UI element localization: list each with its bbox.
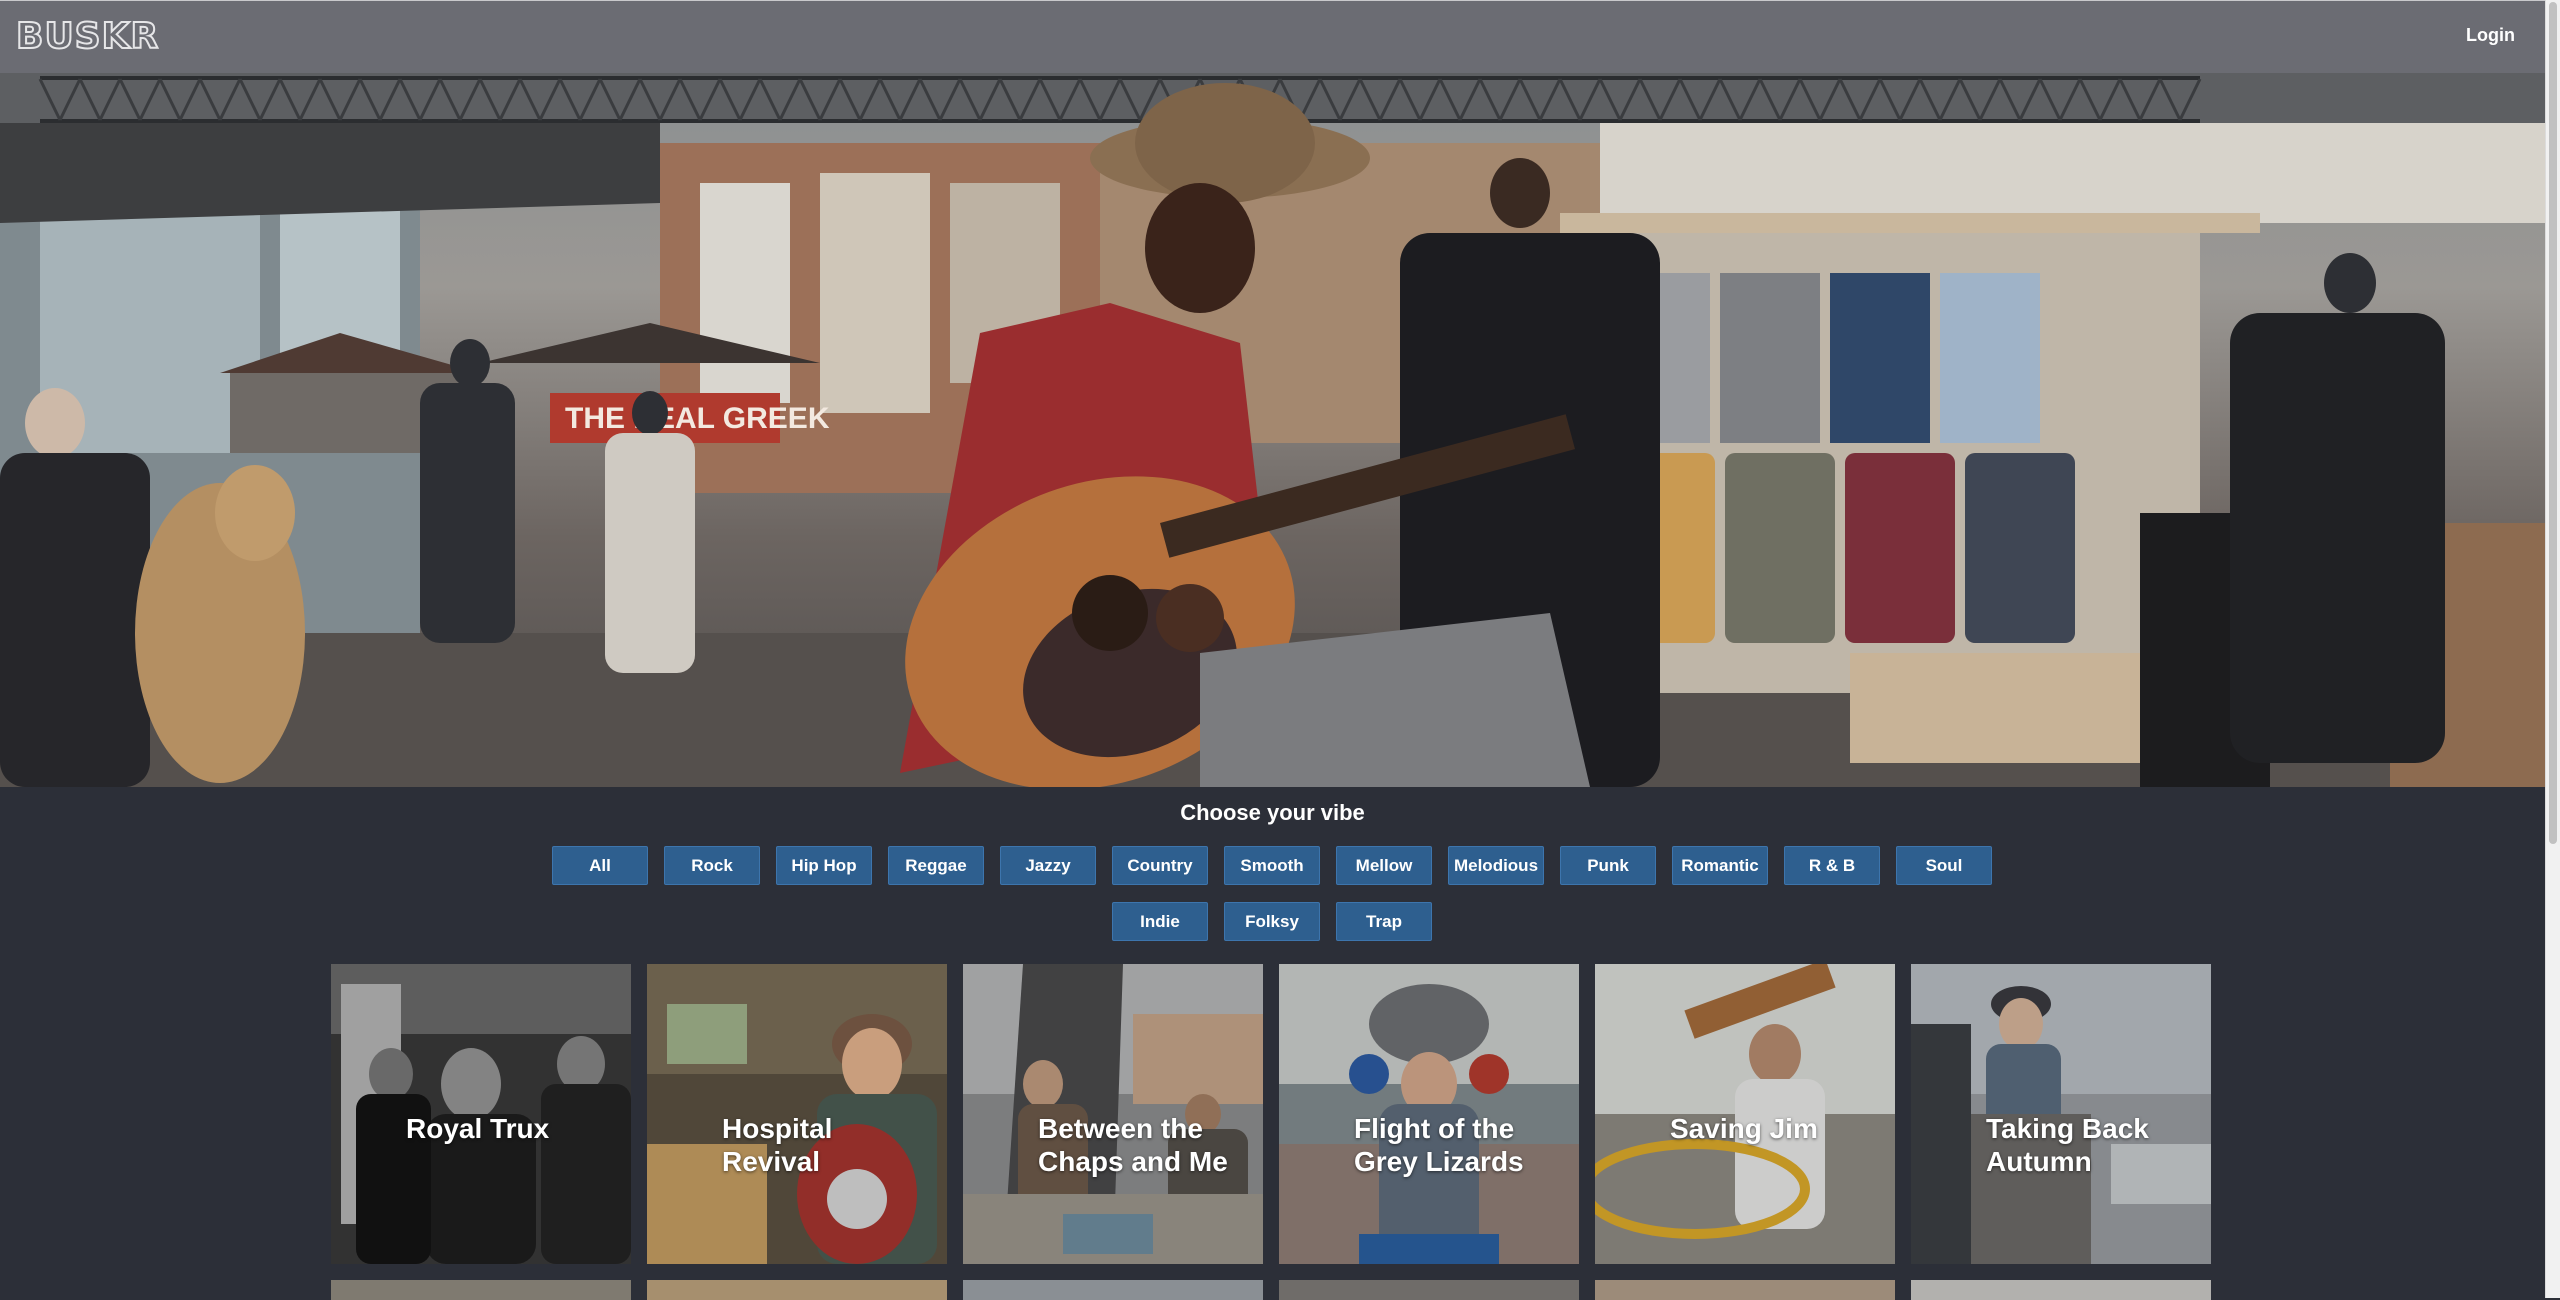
artist-name: Between the Chaps and Me [1038,1113,1228,1177]
genre-button-rock[interactable]: Rock [664,846,760,885]
genre-button-r-and-b[interactable]: R & B [1784,846,1880,885]
artist-name: Saving Jim [1670,1113,1818,1144]
genre-button-jazzy[interactable]: Jazzy [1000,846,1096,885]
genre-button-all[interactable]: All [552,846,648,885]
scrollbar-thumb[interactable] [2549,2,2557,844]
genre-button-soul[interactable]: Soul [1896,846,1992,885]
artist-card[interactable]: Taking Back Autumn [1911,964,2211,1264]
genre-button-reggae[interactable]: Reggae [888,846,984,885]
page-scrollbar[interactable] [2545,0,2560,1298]
artist-card-partial[interactable] [1595,1280,1895,1300]
artist-card[interactable]: Saving Jim [1595,964,1895,1264]
genre-button-romantic[interactable]: Romantic [1672,846,1768,885]
hero-banner: THE REAL GREEK [0,73,2545,787]
genre-filter-row-1: All Rock Hip Hop Reggae Jazzy Country Sm… [551,846,1993,885]
genre-button-punk[interactable]: Punk [1560,846,1656,885]
genre-button-trap[interactable]: Trap [1336,902,1432,941]
buskr-logo[interactable]: BUSKR [15,16,159,58]
hero-image-street-musician: THE REAL GREEK [0,73,2545,787]
artist-name: Hospital Revival [722,1113,833,1177]
genre-button-folksy[interactable]: Folksy [1224,902,1320,941]
artist-card[interactable]: Royal Trux [331,964,631,1264]
genre-button-mellow[interactable]: Mellow [1336,846,1432,885]
artist-card-partial[interactable] [331,1280,631,1300]
login-link[interactable]: Login [2466,25,2515,46]
genre-button-indie[interactable]: Indie [1112,902,1208,941]
genre-filter-row-2: Indie Folksy Trap [551,902,1993,941]
artist-card[interactable]: Between the Chaps and Me [963,964,1263,1264]
artist-card-partial[interactable] [963,1280,1263,1300]
genre-button-smooth[interactable]: Smooth [1224,846,1320,885]
artist-card[interactable]: Flight of the Grey Lizards [1279,964,1579,1264]
artist-name: Flight of the Grey Lizards [1354,1113,1524,1177]
restaurant-sign-text: THE REAL GREEK [565,402,830,435]
genre-button-country[interactable]: Country [1112,846,1208,885]
artist-card-partial[interactable] [647,1280,947,1300]
genre-button-melodious[interactable]: Melodious [1448,846,1544,885]
genre-button-hip-hop[interactable]: Hip Hop [776,846,872,885]
artist-name: Royal Trux [406,1113,550,1144]
artist-card-partial[interactable] [1279,1280,1579,1300]
artist-card-partial[interactable] [1911,1280,2211,1300]
artist-name: Taking Back Autumn [1986,1113,2149,1177]
top-navbar: BUSKR Login [0,0,2545,73]
artist-card[interactable]: Hospital Revival [647,964,947,1264]
artist-grid: Royal Trux Hospital Revival Between the … [331,964,2211,1300]
choose-vibe-heading: Choose your vibe [1180,800,1365,825]
